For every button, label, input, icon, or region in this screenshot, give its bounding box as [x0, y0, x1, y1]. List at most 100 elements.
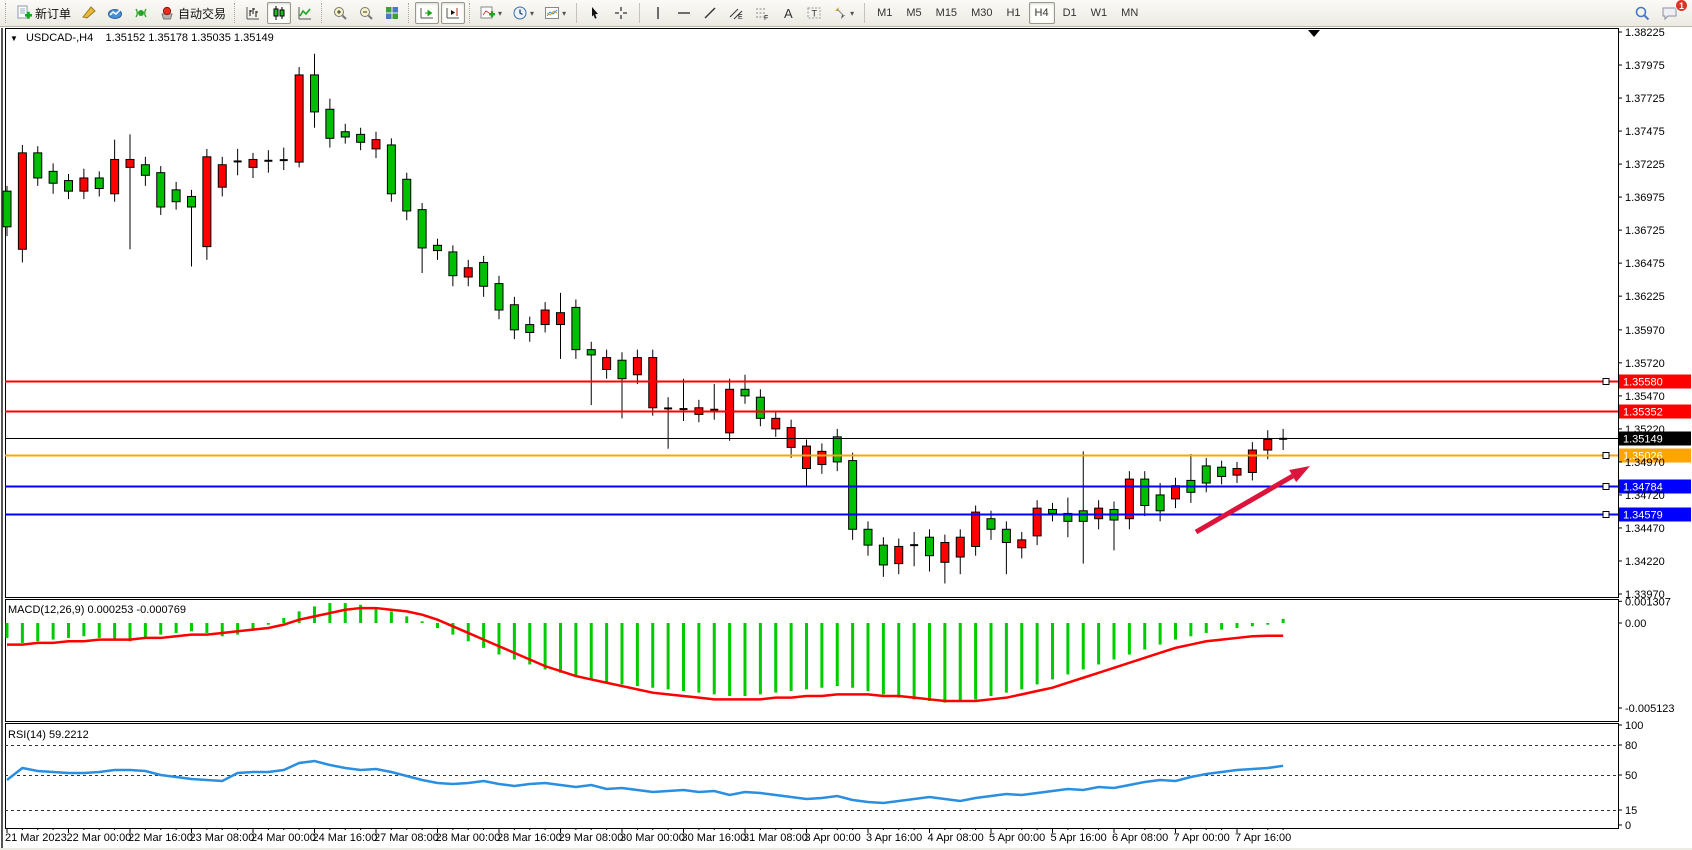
notification-count-badge: 1	[1675, 0, 1688, 12]
text-button[interactable]: A	[776, 2, 800, 24]
candlestick-chart-button[interactable]	[267, 2, 291, 24]
line-chart-button[interactable]	[293, 2, 317, 24]
symbol-period-label: USDCAD-,H4	[26, 32, 93, 44]
arrows-icon	[832, 5, 848, 21]
ohlc-values: 1.35152 1.35178 1.35035 1.35149	[105, 32, 273, 44]
notifications-button[interactable]: 1	[1657, 2, 1683, 24]
toolbar-separator	[639, 3, 640, 23]
toolbar-grip	[5, 3, 8, 23]
toolbar-grip	[469, 3, 472, 23]
svg-text:50: 50	[1625, 770, 1637, 782]
timeframe-button-w1[interactable]: W1	[1085, 2, 1114, 24]
svg-text:30 Mar 00:00: 30 Mar 00:00	[620, 832, 685, 844]
timeframe-button-h4[interactable]: H4	[1029, 2, 1055, 24]
timeframe-button-m15[interactable]: M15	[930, 2, 963, 24]
tile-windows-button[interactable]	[380, 2, 404, 24]
svg-text:F: F	[764, 15, 768, 21]
trendline-button[interactable]	[698, 2, 722, 24]
line-chart-icon	[297, 5, 313, 21]
svg-text:0.00: 0.00	[1625, 618, 1646, 630]
profile-button[interactable]	[103, 2, 127, 24]
svg-text:24 Mar 16:00: 24 Mar 16:00	[313, 832, 378, 844]
svg-text:1.35220: 1.35220	[1625, 424, 1665, 436]
zoom-in-button[interactable]	[328, 2, 352, 24]
timeframe-button-mn[interactable]: MN	[1115, 2, 1144, 24]
timeframe-button-h1[interactable]: H1	[1000, 2, 1026, 24]
search-button[interactable]	[1630, 2, 1655, 24]
templates-button[interactable]: ▾	[540, 2, 570, 24]
toolbar-grip	[234, 3, 237, 23]
svg-text:1.36225: 1.36225	[1625, 291, 1665, 303]
clock-icon	[512, 5, 528, 21]
chart-shift-button[interactable]	[441, 2, 465, 24]
svg-text:5 Apr 00:00: 5 Apr 00:00	[989, 832, 1045, 844]
svg-text:1.37975: 1.37975	[1625, 60, 1665, 72]
svg-text:21 Mar 2023: 21 Mar 2023	[5, 832, 67, 844]
rsi-indicator-label: RSI(14) 59.2212	[8, 729, 89, 741]
macd-indicator-label: MACD(12,26,9) 0.000253 -0.000769	[8, 604, 186, 616]
svg-text:0.001307: 0.001307	[1625, 596, 1671, 608]
svg-text:1.38225: 1.38225	[1625, 28, 1665, 39]
blue-chart-profile-icon	[107, 5, 123, 21]
svg-text:22 Mar 00:00: 22 Mar 00:00	[67, 832, 132, 844]
price-chart-canvas[interactable]: 1.355801.353521.351491.350261.347841.345…	[0, 28, 1692, 850]
toolbar-grip	[321, 3, 324, 23]
fibonacci-button[interactable]: F	[750, 2, 774, 24]
horizontal-line-icon	[676, 5, 692, 21]
crosshair-button[interactable]	[609, 2, 633, 24]
styles-button[interactable]	[77, 2, 101, 24]
toolbar-right: 1	[1629, 2, 1684, 24]
autotrading-button[interactable]: 自动交易	[155, 2, 230, 24]
cursor-button[interactable]	[583, 2, 607, 24]
new-order-icon	[16, 5, 32, 21]
collapse-triangle-icon[interactable]: ▼	[10, 34, 18, 43]
timeframe-button-d1[interactable]: D1	[1057, 2, 1083, 24]
new-order-label: 新订单	[35, 5, 71, 22]
svg-text:5 Apr 16:00: 5 Apr 16:00	[1051, 832, 1107, 844]
svg-text:1.34220: 1.34220	[1625, 556, 1665, 568]
arrows-button[interactable]: ▾	[828, 2, 858, 24]
signal-icon	[133, 5, 149, 21]
fibonacci-icon: F	[754, 5, 770, 21]
gold-quill-icon	[81, 5, 97, 21]
zoom-in-icon	[332, 5, 348, 21]
periods-button[interactable]: ▾	[508, 2, 538, 24]
svg-text:1.34970: 1.34970	[1625, 457, 1665, 469]
new-order-button[interactable]: 新订单	[12, 2, 75, 24]
svg-text:1.35352: 1.35352	[1623, 407, 1663, 419]
cursor-icon	[587, 5, 603, 21]
svg-text:-0.005123: -0.005123	[1625, 703, 1675, 715]
chart-title: ▼ USDCAD-,H4 1.35152 1.35178 1.35035 1.3…	[10, 32, 274, 44]
svg-text:1.36725: 1.36725	[1625, 225, 1665, 237]
svg-text:1.36475: 1.36475	[1625, 258, 1665, 270]
timeframe-button-m30[interactable]: M30	[965, 2, 998, 24]
chevron-down-icon: ▾	[850, 9, 854, 18]
svg-text:1.35580: 1.35580	[1623, 377, 1663, 389]
svg-text:A: A	[784, 6, 793, 21]
svg-text:T: T	[812, 9, 818, 19]
text-a-icon: A	[780, 5, 796, 21]
text-label-icon: T	[806, 5, 822, 21]
svg-text:1.34470: 1.34470	[1625, 523, 1665, 535]
svg-text:28 Mar 16:00: 28 Mar 16:00	[497, 832, 562, 844]
autotrading-label: 自动交易	[178, 5, 226, 22]
svg-text:0: 0	[1625, 820, 1631, 832]
horizontal-line-button[interactable]	[672, 2, 696, 24]
svg-text:4 Apr 08:00: 4 Apr 08:00	[928, 832, 984, 844]
timeframe-button-m1[interactable]: M1	[871, 2, 898, 24]
search-icon	[1634, 5, 1651, 22]
mt4-window: 新订单 自动交易	[0, 0, 1692, 850]
vertical-line-button[interactable]	[646, 2, 670, 24]
timeframe-button-m5[interactable]: M5	[900, 2, 927, 24]
time-axis[interactable]: 21 Mar 202322 Mar 00:0022 Mar 16:0023 Ma…	[5, 829, 1291, 844]
text-label-button[interactable]: T	[802, 2, 826, 24]
svg-text:1.34720: 1.34720	[1625, 490, 1665, 502]
indicators-button[interactable]: ▾	[476, 2, 506, 24]
svg-text:1.36975: 1.36975	[1625, 192, 1665, 204]
bar-chart-button[interactable]	[241, 2, 265, 24]
equidistant-channel-button[interactable]: E	[724, 2, 748, 24]
signals-button[interactable]	[129, 2, 153, 24]
autoscroll-button[interactable]	[415, 2, 439, 24]
zoom-out-button[interactable]	[354, 2, 378, 24]
indicators-icon	[480, 5, 496, 21]
